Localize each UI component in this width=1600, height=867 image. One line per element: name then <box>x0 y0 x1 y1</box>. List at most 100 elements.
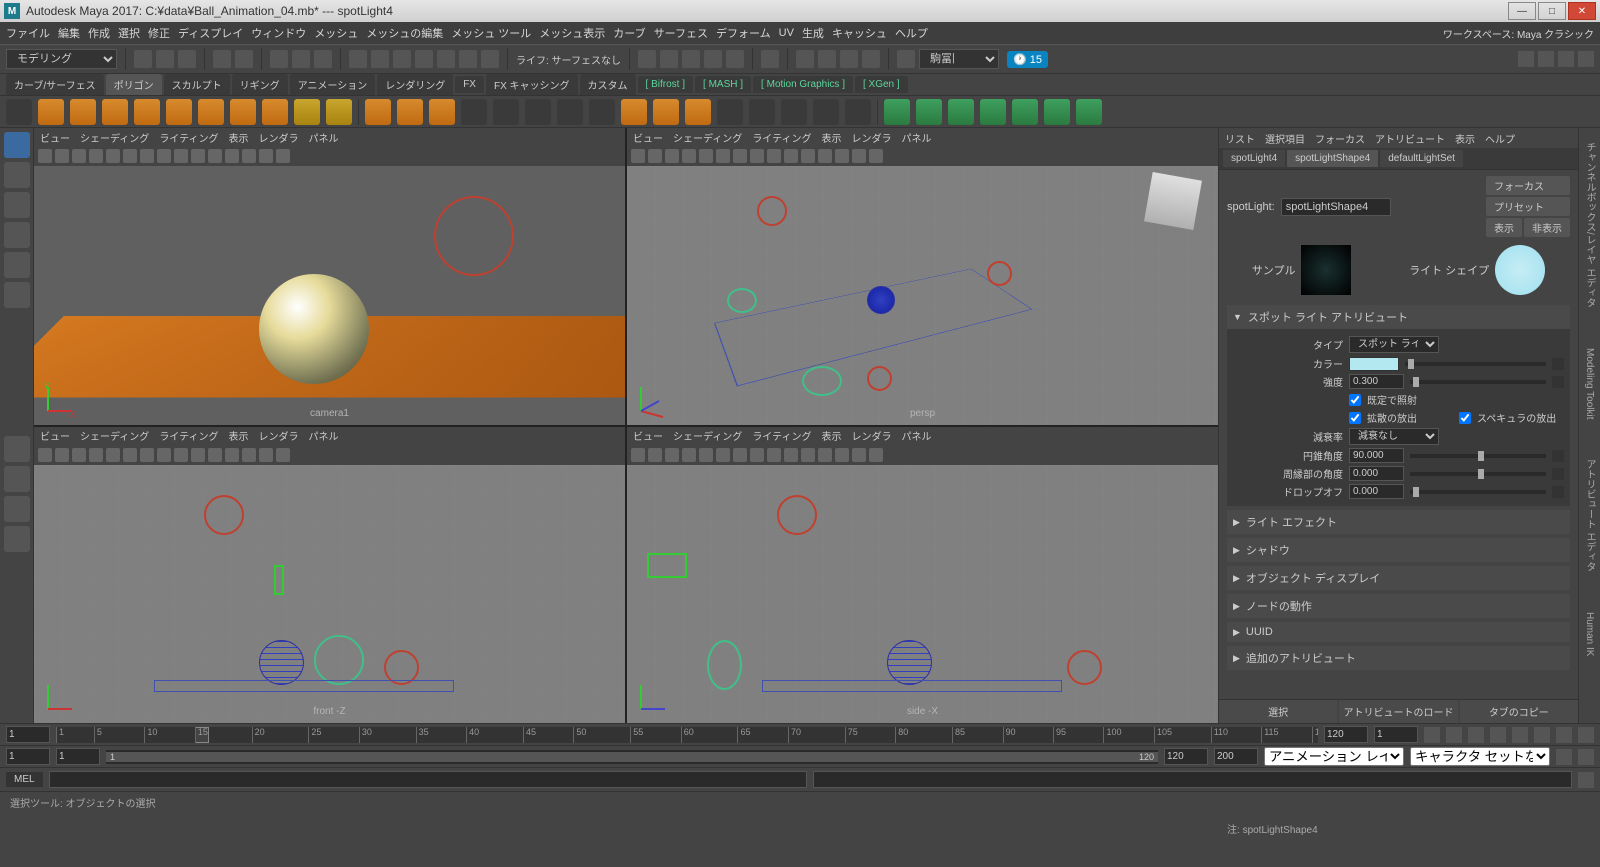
new-scene-icon[interactable] <box>134 50 152 68</box>
vp-tb-icon[interactable] <box>716 448 730 462</box>
last-tool-icon[interactable] <box>4 282 30 308</box>
vp-tb-icon[interactable] <box>259 149 273 163</box>
shelf-marker-icon[interactable] <box>6 99 32 125</box>
cone-slider[interactable] <box>1410 454 1546 458</box>
separate-icon[interactable] <box>397 99 423 125</box>
sculpt-icon[interactable] <box>980 99 1006 125</box>
vp-tb-icon[interactable] <box>784 448 798 462</box>
menu-surface[interactable]: サーフェス <box>654 25 708 41</box>
vp-menu-panels[interactable]: パネル <box>902 428 932 443</box>
menu-display[interactable]: ディスプレイ <box>178 25 243 41</box>
move-tool-icon[interactable] <box>4 192 30 218</box>
type-tool-icon[interactable] <box>294 99 320 125</box>
outliner-icon[interactable] <box>4 526 30 552</box>
vp-tb-icon[interactable] <box>682 448 696 462</box>
vp-canvas[interactable]: side -X <box>627 465 1218 724</box>
vp-tb-icon[interactable] <box>631 448 645 462</box>
material-swatch[interactable] <box>1301 245 1351 295</box>
uv-icon[interactable] <box>813 99 839 125</box>
vp-tb-icon[interactable] <box>852 448 866 462</box>
vp-tb-icon[interactable] <box>208 448 222 462</box>
vp-tb-icon[interactable] <box>191 448 205 462</box>
mask-icon[interactable] <box>437 50 455 68</box>
prefs-icon[interactable] <box>1578 749 1594 765</box>
load-attr-button[interactable]: アトリビュートのロード <box>1339 700 1457 723</box>
undo-icon[interactable] <box>213 50 231 68</box>
shelf-tab-custom[interactable]: カスタム <box>580 74 636 95</box>
mask-icon[interactable] <box>349 50 367 68</box>
time-ruler[interactable]: 1510152025303540455055606570758085909510… <box>56 727 1318 743</box>
vp-tb-icon[interactable] <box>106 448 120 462</box>
vp-tb-icon[interactable] <box>767 149 781 163</box>
vp-tb-icon[interactable] <box>55 448 69 462</box>
time-end-field[interactable] <box>1324 726 1368 743</box>
menu-curve[interactable]: カーブ <box>613 25 645 41</box>
redo-icon[interactable] <box>235 50 253 68</box>
menu-generate[interactable]: 生成 <box>802 25 824 41</box>
vp-tb-icon[interactable] <box>157 448 171 462</box>
attr-tab-lightset[interactable]: defaultLightSet <box>1380 150 1463 167</box>
vp-tb-icon[interactable] <box>140 448 154 462</box>
vp-menu-lighting[interactable]: ライティング <box>159 428 218 443</box>
node-name-field[interactable] <box>1281 198 1391 216</box>
save-scene-icon[interactable] <box>178 50 196 68</box>
hide-button[interactable]: 非表示 <box>1524 218 1570 237</box>
menu-modify[interactable]: 修正 <box>148 25 170 41</box>
attr-menu-attrs[interactable]: アトリビュート <box>1375 131 1445 146</box>
range-start-field[interactable] <box>6 748 50 765</box>
section-node-behavior[interactable]: ▶ノードの動作 <box>1227 594 1570 618</box>
show-button[interactable]: 表示 <box>1486 218 1522 237</box>
vp-tb-icon[interactable] <box>55 149 69 163</box>
merge-icon[interactable] <box>717 99 743 125</box>
vp-tb-icon[interactable] <box>818 149 832 163</box>
snap-view-icon[interactable] <box>726 50 744 68</box>
time-start-field[interactable] <box>6 726 50 743</box>
rewind-icon[interactable] <box>1424 727 1440 743</box>
vp-tb-icon[interactable] <box>72 448 86 462</box>
menu-deform[interactable]: デフォーム <box>716 25 771 41</box>
poly-prism-icon[interactable] <box>262 99 288 125</box>
vp-tb-icon[interactable] <box>123 448 137 462</box>
vp-tb-icon[interactable] <box>835 448 849 462</box>
vp-tb-icon[interactable] <box>699 448 713 462</box>
del-edge-icon[interactable] <box>781 99 807 125</box>
preset-button[interactable]: プリセット <box>1486 197 1570 216</box>
section-light-effects[interactable]: ▶ライト エフェクト <box>1227 510 1570 534</box>
vp-menu-view[interactable]: ビュー <box>633 428 663 443</box>
vp-tb-icon[interactable] <box>174 149 188 163</box>
attr-menu-focus[interactable]: フォーカス <box>1315 131 1365 146</box>
vp-tb-icon[interactable] <box>818 448 832 462</box>
extrude-icon[interactable] <box>493 99 519 125</box>
vp-canvas[interactable]: YX camera1 <box>34 166 625 425</box>
vp-tb-icon[interactable] <box>665 448 679 462</box>
char-set-dropdown[interactable]: キャラクタ セットなし <box>1410 747 1550 766</box>
vp-tb-icon[interactable] <box>276 149 290 163</box>
intensity-field[interactable] <box>1349 374 1404 389</box>
svg-tool-icon[interactable] <box>326 99 352 125</box>
vp-tb-icon[interactable] <box>784 149 798 163</box>
intensity-slider[interactable] <box>1410 380 1546 384</box>
range-start-inner-field[interactable] <box>56 748 100 765</box>
shelf-tab-sculpt[interactable]: スカルプト <box>164 74 230 95</box>
vp-tb-icon[interactable] <box>665 149 679 163</box>
vp-tb-icon[interactable] <box>631 149 645 163</box>
dropoff-slider[interactable] <box>1410 490 1546 494</box>
sculpt-icon[interactable] <box>1044 99 1070 125</box>
snap-plane-icon[interactable] <box>704 50 722 68</box>
menu-window[interactable]: ウィンドウ <box>251 25 306 41</box>
vp-tb-icon[interactable] <box>89 149 103 163</box>
vp-tb-icon[interactable] <box>852 149 866 163</box>
vp-menu-shading[interactable]: シェーディング <box>80 130 149 145</box>
vp-menu-renderer[interactable]: レンダラ <box>259 130 299 145</box>
vp-tb-icon[interactable] <box>716 149 730 163</box>
uv-editor-icon[interactable] <box>845 99 871 125</box>
vp-menu-renderer[interactable]: レンダラ <box>852 428 892 443</box>
mask-icon[interactable] <box>459 50 477 68</box>
vp-menu-show[interactable]: 表示 <box>822 428 842 443</box>
vp-tb-icon[interactable] <box>242 448 256 462</box>
attr-menu-help[interactable]: ヘルプ <box>1485 131 1515 146</box>
vp-tb-icon[interactable] <box>174 448 188 462</box>
attr-tab-transform[interactable]: spotLight4 <box>1223 150 1285 167</box>
shelf-tab-fx[interactable]: FX <box>455 76 484 93</box>
vp-tb-icon[interactable] <box>208 149 222 163</box>
